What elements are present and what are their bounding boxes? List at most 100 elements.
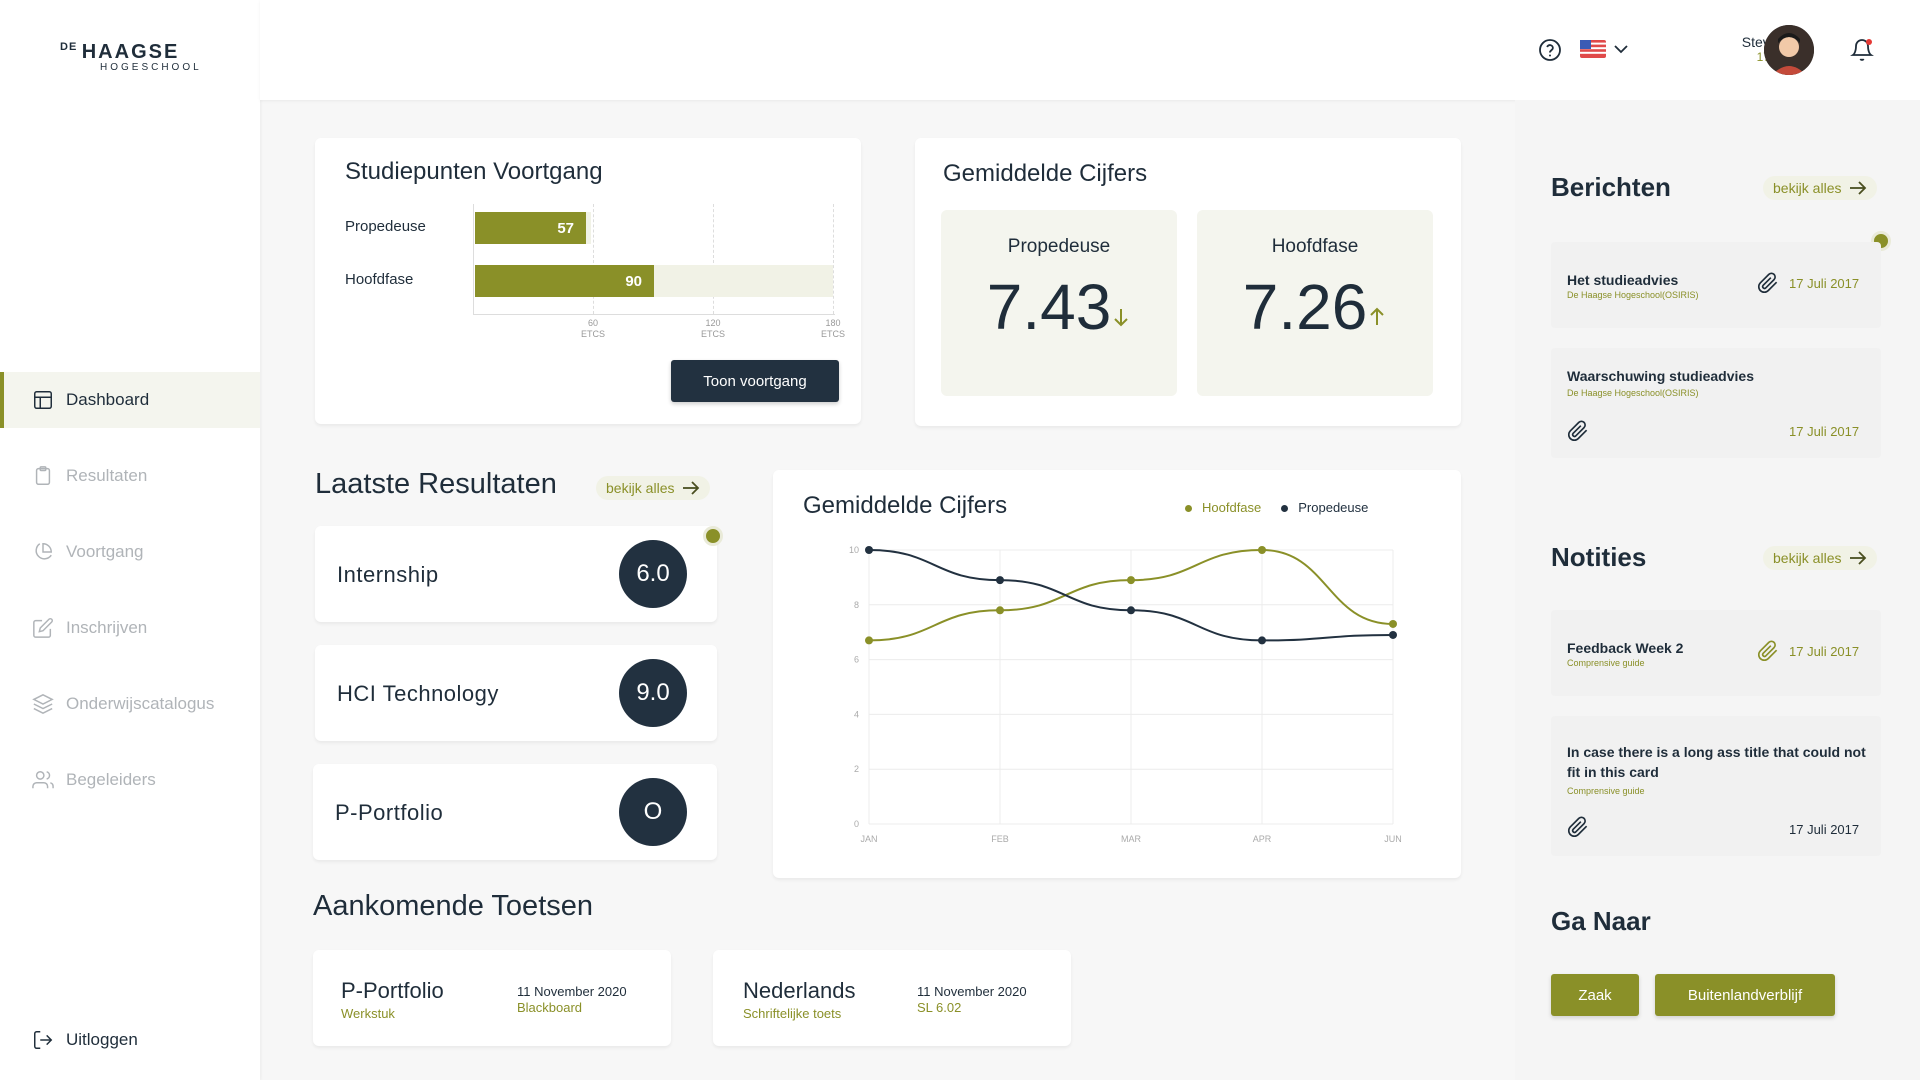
messages-title: Berichten: [1551, 172, 1671, 202]
x-tick-label: MAR: [1121, 834, 1142, 844]
help-icon[interactable]: [1538, 38, 1562, 62]
messages-view-all-link[interactable]: bekijk alles: [1763, 176, 1878, 200]
data-point-hoofdfase: [1127, 576, 1135, 585]
avatar[interactable]: [1764, 25, 1814, 75]
sidebar-item-label: Begeleiders: [66, 770, 156, 789]
note-card[interactable]: In case there is a long ass title that c…: [1551, 716, 1881, 856]
sidebar-item-resultaten[interactable]: Resultaten: [0, 448, 260, 504]
logo-sub: HOGESCHOOL: [100, 62, 202, 73]
zaak-button[interactable]: Zaak: [1551, 974, 1639, 1016]
exam-type: Werkstuk: [341, 1006, 395, 1021]
sidebar-item-begeleiders[interactable]: Begeleiders: [0, 752, 260, 808]
sidebar-item-dashboard[interactable]: Dashboard: [0, 372, 260, 428]
data-point-hoofdfase: [865, 636, 873, 645]
note-title: Feedback Week 2: [1567, 640, 1684, 656]
exam-location: SL 6.02: [917, 1000, 962, 1015]
edit-icon: [33, 618, 53, 638]
avg-hoofdfase-label: Hoofdfase: [1271, 236, 1359, 257]
logo-prefix: DE: [60, 41, 78, 53]
y-tick-label: 8: [854, 600, 859, 610]
logout-button[interactable]: Uitloggen: [0, 1012, 260, 1068]
data-point-propedeuse: [1389, 630, 1397, 639]
tick-180: 180 ETCS: [818, 318, 848, 340]
view-all-label: bekijk alles: [1773, 550, 1842, 566]
grade-badge: 6.0: [619, 540, 687, 608]
exam-type: Schriftelijke toets: [743, 1006, 842, 1021]
message-source: De Haagse Hogeschool(OSIRIS): [1567, 388, 1699, 398]
grade-value: 9.0: [636, 679, 670, 706]
message-card[interactable]: Waarschuwing studieadvies De Haagse Hoge…: [1551, 348, 1881, 458]
new-result-dot: [703, 526, 723, 546]
paperclip-icon: [1757, 272, 1778, 294]
language-selector[interactable]: [1580, 40, 1628, 58]
sidebar-item-voortgang[interactable]: Voortgang: [0, 524, 260, 580]
arrow-down-icon: [1114, 309, 1128, 327]
message-card[interactable]: Het studieadvies De Haagse Hogeschool(OS…: [1551, 242, 1881, 328]
results-view-all-link[interactable]: bekijk alles: [596, 476, 711, 500]
sidebar-item-label: Inschrijven: [66, 618, 148, 637]
avg-hoofdfase-value: 7.26: [1242, 271, 1368, 343]
result-card[interactable]: HCI Technology 9.0: [315, 645, 717, 741]
results-title: Laatste Resultaten: [315, 468, 557, 500]
message-date: 17 Juli 2017: [1789, 424, 1860, 439]
exam-date: 11 November 2020: [917, 984, 1027, 999]
x-tick-label: APR: [1253, 834, 1272, 844]
view-all-label: bekijk alles: [1773, 180, 1842, 196]
paperclip-icon: [1567, 420, 1588, 442]
sidebar-item-label: Resultaten: [66, 466, 148, 485]
note-title: In case there is a long ass title that c…: [1567, 744, 1866, 780]
arrow-right-icon: [1850, 181, 1867, 195]
avg-propedeuse-value: 7.43: [986, 271, 1112, 343]
result-name: HCI Technology: [337, 681, 499, 706]
data-point-hoofdfase: [996, 606, 1004, 615]
exam-card[interactable]: Nederlands Schriftelijke toets 11 Novemb…: [713, 950, 1071, 1046]
logo[interactable]: DE HAAGSE HOGESCHOOL: [60, 42, 202, 73]
tick-unit: ETCS: [700, 329, 725, 339]
logo-name: HAAGSE: [81, 41, 180, 63]
y-tick-label: 4: [854, 709, 859, 719]
avg-propedeuse-value-wrap: 7.43: [941, 270, 1177, 344]
arrow-right-icon: [1850, 551, 1867, 565]
gridline: [593, 204, 594, 314]
result-name: Internship: [337, 562, 439, 587]
gridline: [713, 204, 714, 314]
result-card[interactable]: P-Portfolio O: [313, 764, 717, 860]
sidebar-item-onderwijscatalogus[interactable]: Onderwijscatalogus: [0, 676, 260, 732]
sidebar-item-label: Dashboard: [66, 390, 150, 409]
tick-value: 180: [825, 318, 841, 328]
exam-name: Nederlands: [743, 978, 856, 1003]
right-panel: Berichten bekijk alles Het studieadvies …: [1515, 100, 1920, 1080]
message-date: 17 Juli 2017: [1789, 276, 1860, 291]
layers-icon: [32, 694, 54, 714]
logout-label: Uitloggen: [66, 1030, 138, 1049]
result-card[interactable]: Internship 6.0: [315, 526, 717, 622]
data-point-propedeuse: [996, 576, 1004, 585]
tick-unit: ETCS: [580, 329, 605, 339]
tick-120: 120 ETCS: [698, 318, 728, 340]
toon-voortgang-button[interactable]: Toon voortgang: [671, 360, 839, 402]
grade-value: 6.0: [636, 560, 670, 587]
x-tick-label: JUN: [1384, 834, 1402, 844]
message-title: Waarschuwing studieadvies: [1567, 368, 1754, 384]
y-tick-label: 10: [849, 545, 859, 555]
avg-grades-chart-card: Gemiddelde Cijfers Hoofdfase Propedeuse …: [773, 470, 1461, 878]
exam-card[interactable]: P-Portfolio Werkstuk 11 November 2020 Bl…: [313, 950, 671, 1046]
y-tick-label: 6: [854, 655, 859, 665]
header: Steven Wu 17025338: [260, 0, 1920, 100]
note-card[interactable]: Feedback Week 2 Comprensive guide 17 Jul…: [1551, 610, 1881, 696]
buitenlandverblijf-button[interactable]: Buitenlandverblijf: [1655, 974, 1835, 1016]
paperclip-icon: [1757, 640, 1778, 662]
chevron-down-icon: [1614, 45, 1628, 54]
avatar-image: [1764, 25, 1814, 75]
y-tick-label: 0: [854, 819, 859, 829]
progress-label-propedeuse: Propedeuse: [345, 218, 426, 235]
progress-label-hoofdfase: Hoofdfase: [345, 271, 414, 288]
result-name: P-Portfolio: [335, 800, 444, 825]
tick-value: 120: [705, 318, 721, 328]
bell-icon[interactable]: [1850, 38, 1874, 62]
gridline: [833, 204, 834, 314]
sidebar-item-inschrijven[interactable]: Inschrijven: [0, 600, 260, 656]
note-date: 17 Juli 2017: [1789, 644, 1860, 659]
notes-view-all-link[interactable]: bekijk alles: [1763, 546, 1878, 570]
grade-value: O: [643, 798, 663, 825]
